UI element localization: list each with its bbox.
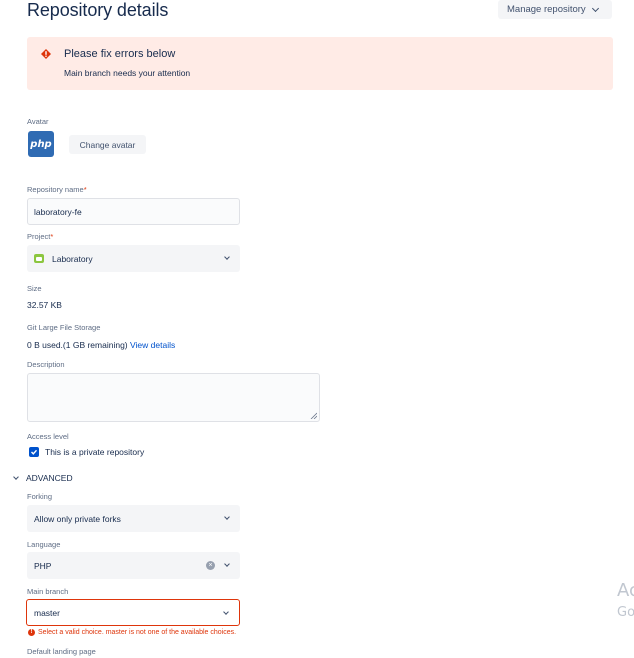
view-details-link[interactable]: View details bbox=[130, 340, 175, 350]
project-select[interactable]: Laboratory bbox=[27, 245, 240, 272]
private-repository-label[interactable]: This is a private repository bbox=[45, 447, 144, 457]
project-label: Project* bbox=[27, 232, 53, 241]
main-branch-error-text: Select a valid choice. master is not one… bbox=[38, 629, 237, 636]
default-landing-page-label: Default landing page bbox=[27, 647, 96, 656]
project-label-text: Project bbox=[27, 232, 51, 241]
project-value: Laboratory bbox=[52, 253, 93, 264]
error-icon bbox=[41, 49, 51, 59]
chevron-down-icon bbox=[591, 4, 599, 12]
advanced-toggle[interactable]: ADVANCED bbox=[13, 473, 73, 483]
lfs-usage: 0 B used.(1 GB remaining) View details bbox=[27, 340, 175, 350]
watermark-line-1: Ac bbox=[617, 580, 634, 601]
forking-value: Allow only private forks bbox=[34, 513, 121, 524]
error-message: Main branch needs your attention bbox=[64, 68, 191, 78]
chevron-down-icon bbox=[223, 609, 229, 615]
avatar-label: Avatar bbox=[27, 117, 49, 126]
repository-name-label-text: Repository name bbox=[27, 185, 84, 194]
required-mark: * bbox=[83, 185, 87, 194]
avatar: php bbox=[28, 131, 54, 157]
checkmark-icon bbox=[31, 449, 38, 455]
error-banner: Please fix errors below Main branch need… bbox=[27, 37, 613, 90]
error-icon: ! bbox=[28, 629, 35, 636]
chevron-down-icon bbox=[13, 473, 19, 480]
chevron-down-icon bbox=[224, 514, 230, 520]
repository-name-input[interactable]: laboratory-fe bbox=[27, 198, 240, 225]
language-label: Language bbox=[27, 540, 61, 549]
description-label: Description bbox=[27, 360, 65, 369]
watermark-line-2: Go bbox=[617, 605, 634, 620]
main-branch-error: ! Select a valid choice. master is not o… bbox=[28, 629, 236, 636]
language-select[interactable]: PHP × bbox=[27, 552, 240, 579]
size-value: 32.57 KB bbox=[27, 300, 62, 310]
description-textarea[interactable] bbox=[27, 373, 320, 422]
manage-repository-button[interactable]: Manage repository bbox=[498, 0, 612, 19]
size-label: Size bbox=[27, 284, 42, 293]
repository-name-label: Repository name* bbox=[27, 185, 87, 194]
main-branch-label: Main branch bbox=[27, 587, 69, 596]
required-mark: * bbox=[50, 232, 54, 241]
main-branch-select[interactable]: master bbox=[26, 599, 240, 626]
advanced-label: ADVANCED bbox=[26, 473, 73, 483]
forking-select[interactable]: Allow only private forks bbox=[27, 505, 240, 532]
private-repository-checkbox[interactable] bbox=[29, 447, 39, 457]
change-avatar-button[interactable]: Change avatar bbox=[69, 135, 146, 154]
lfs-label: Git Large File Storage bbox=[27, 323, 101, 332]
main-branch-value: master bbox=[34, 607, 60, 618]
avatar-text: php bbox=[30, 138, 52, 150]
folder-icon bbox=[34, 254, 44, 263]
clear-icon[interactable]: × bbox=[206, 561, 215, 570]
language-value: PHP bbox=[34, 560, 52, 571]
page-title: Repository details bbox=[27, 0, 169, 20]
chevron-down-icon bbox=[224, 561, 230, 567]
error-title: Please fix errors below bbox=[64, 48, 176, 60]
manage-repository-label: Manage repository bbox=[507, 4, 586, 15]
access-level-label: Access level bbox=[27, 432, 69, 441]
lfs-usage-text: 0 B used.(1 GB remaining) bbox=[27, 340, 128, 350]
resize-grip-icon[interactable] bbox=[310, 412, 317, 419]
forking-label: Forking bbox=[27, 492, 53, 501]
chevron-down-icon bbox=[224, 254, 230, 260]
